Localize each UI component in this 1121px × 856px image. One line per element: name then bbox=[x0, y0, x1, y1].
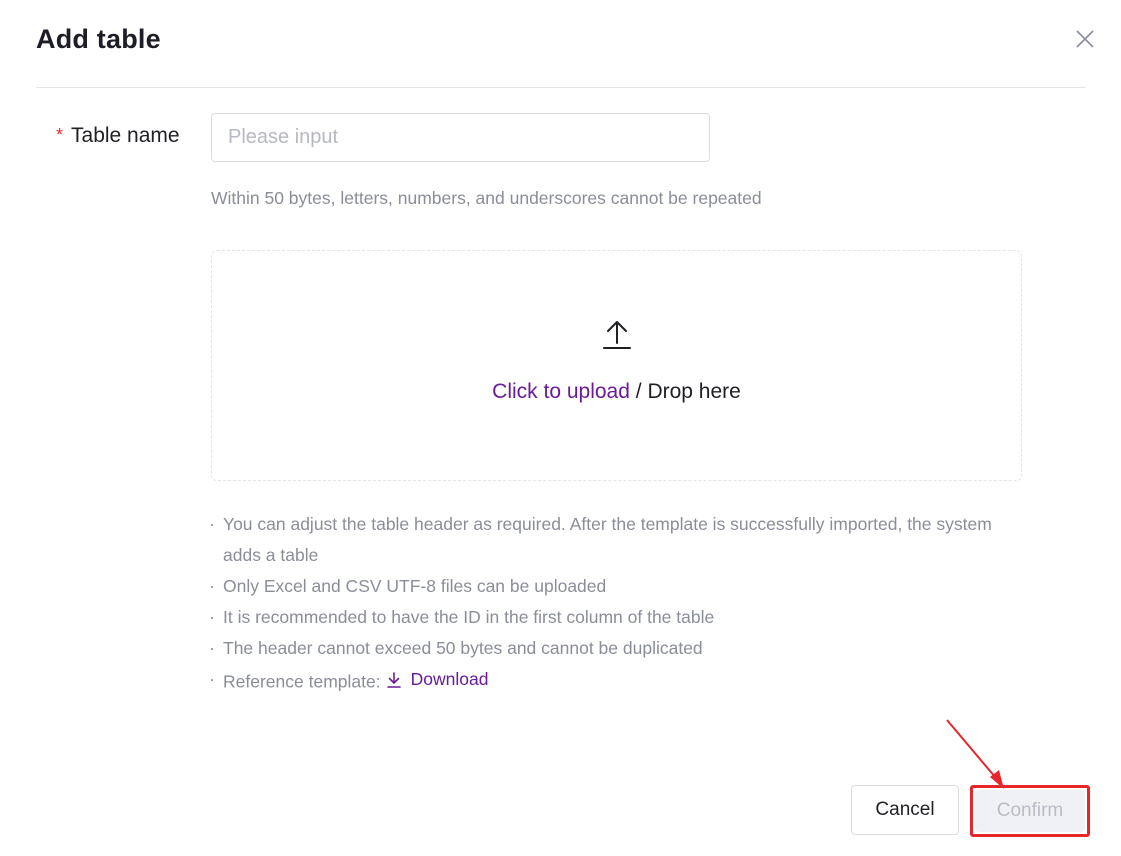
reference-template-label: Reference template: bbox=[223, 671, 381, 692]
list-item: · The header cannot exceed 50 bytes and c… bbox=[209, 638, 703, 658]
list-item: · Reference template: Download bbox=[209, 664, 1009, 698]
click-to-upload-link[interactable]: Click to upload bbox=[492, 380, 630, 403]
list-item: · It is recommended to have the ID in the… bbox=[209, 607, 715, 627]
header-divider bbox=[36, 87, 1086, 88]
upload-notes: · You can adjust the table header as requ… bbox=[209, 509, 1009, 698]
download-template-link[interactable]: Download bbox=[386, 664, 489, 695]
add-table-dialog: Add table * Table name Within 50 bytes, l… bbox=[0, 0, 1121, 856]
drop-here-label: Drop here bbox=[647, 380, 741, 403]
list-item: · Only Excel and CSV UTF-8 files can be u… bbox=[209, 576, 607, 596]
table-name-label: * Table name bbox=[56, 124, 180, 148]
note-text: Only Excel and CSV UTF-8 files can be up… bbox=[223, 576, 607, 596]
upload-text: Click to upload / Drop here bbox=[212, 380, 1021, 404]
close-icon[interactable] bbox=[1073, 27, 1097, 51]
table-name-label-text: Table name bbox=[71, 124, 180, 147]
download-icon bbox=[386, 671, 401, 688]
required-mark: * bbox=[56, 125, 64, 145]
note-text: It is recommended to have the ID in the … bbox=[223, 607, 715, 627]
table-name-input[interactable] bbox=[211, 113, 710, 162]
note-text: The header cannot exceed 50 bytes and ca… bbox=[223, 638, 703, 658]
list-item: · You can adjust the table header as requ… bbox=[209, 514, 992, 565]
confirm-button[interactable]: Confirm bbox=[975, 790, 1085, 832]
table-name-hint: Within 50 bytes, letters, numbers, and u… bbox=[211, 188, 762, 208]
upload-dropzone[interactable]: Click to upload / Drop here bbox=[211, 250, 1022, 481]
download-label: Download bbox=[410, 669, 489, 689]
upload-separator: / bbox=[629, 380, 648, 403]
upload-icon bbox=[601, 317, 633, 351]
dialog-title: Add table bbox=[36, 24, 161, 54]
note-text: You can adjust the table header as requi… bbox=[223, 514, 992, 565]
cancel-button[interactable]: Cancel bbox=[851, 785, 959, 835]
